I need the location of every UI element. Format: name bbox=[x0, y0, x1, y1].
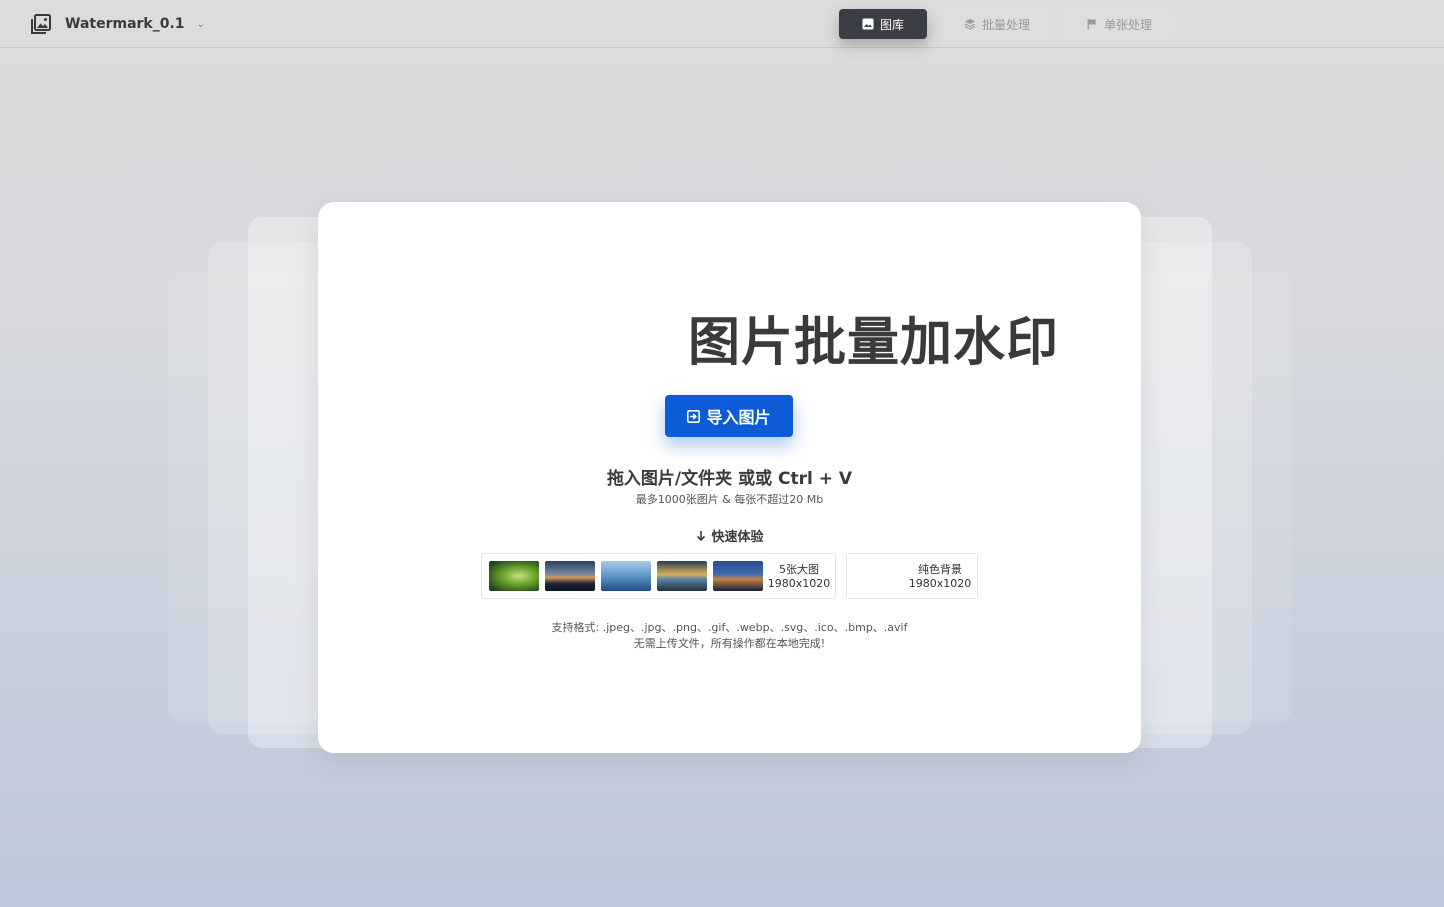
sample-info: 5张大图 1980x1020 bbox=[767, 563, 831, 591]
sample-thumbnail bbox=[601, 561, 651, 591]
tab-label: 单张处理 bbox=[1103, 17, 1152, 32]
quick-try-heading: 快速体验 bbox=[318, 526, 1141, 545]
import-button-label: 导入图片 bbox=[706, 408, 771, 427]
app-brand[interactable]: Watermark_0.1 ⌄ bbox=[30, 12, 205, 36]
format-notes: 支持格式: .jpeg、.jpg、.png、.gif、.webp、.svg、.i… bbox=[318, 620, 1141, 652]
tab-label: 批量处理 bbox=[981, 17, 1030, 32]
tab-gallery[interactable]: 图库 bbox=[839, 9, 927, 39]
page-title: 图片批量加水印 bbox=[688, 313, 1060, 373]
layers-icon bbox=[964, 19, 976, 30]
tab-label: 图库 bbox=[879, 17, 904, 32]
sample-thumbnail bbox=[545, 561, 595, 591]
import-images-button[interactable]: 导入图片 bbox=[665, 395, 793, 437]
sample-images-button[interactable]: 5张大图 1980x1020 bbox=[481, 553, 836, 599]
sample-thumbnail bbox=[657, 561, 707, 591]
solid-name: 纯色背景 bbox=[918, 563, 962, 576]
privacy-note: 无需上传文件，所有操作都在本地完成! bbox=[633, 637, 826, 650]
sample-thumbnail bbox=[489, 561, 539, 591]
sample-name: 5张大图 bbox=[779, 563, 819, 576]
solid-info: 纯色背景 1980x1020 bbox=[902, 563, 978, 591]
import-icon bbox=[687, 409, 701, 423]
gallery-icon bbox=[30, 13, 52, 35]
upload-limits: 最多1000张图片 & 每张不超过20 Mb bbox=[635, 493, 824, 506]
quick-try-label: 快速体验 bbox=[711, 530, 764, 545]
tab-single[interactable]: 单张处理 bbox=[1063, 9, 1175, 39]
supported-formats: 支持格式: .jpeg、.jpg、.png、.gif、.webp、.svg、.i… bbox=[551, 621, 908, 634]
sample-size: 1980x1020 bbox=[767, 577, 831, 590]
arrow-down-icon bbox=[697, 531, 706, 542]
chevron-down-icon[interactable]: ⌄ bbox=[197, 19, 205, 30]
flag-icon bbox=[1087, 19, 1097, 30]
image-icon bbox=[862, 18, 874, 30]
drop-zone-card[interactable]: 图片批量加水印 导入图片 拖入图片/文件夹 或或 Ctrl + V 最多1000… bbox=[318, 202, 1141, 753]
solid-size: 1980x1020 bbox=[908, 577, 972, 590]
solid-background-button[interactable]: 纯色背景 1980x1020 bbox=[846, 553, 978, 599]
drop-hint: 拖入图片/文件夹 或或 Ctrl + V bbox=[606, 469, 853, 489]
app-title: Watermark_0.1 bbox=[65, 16, 185, 32]
sample-thumbnail bbox=[713, 561, 763, 591]
tab-batch[interactable]: 批量处理 bbox=[943, 9, 1051, 39]
top-bar: Watermark_0.1 ⌄ 图库 批量处理 单张处理 bbox=[0, 0, 1444, 48]
